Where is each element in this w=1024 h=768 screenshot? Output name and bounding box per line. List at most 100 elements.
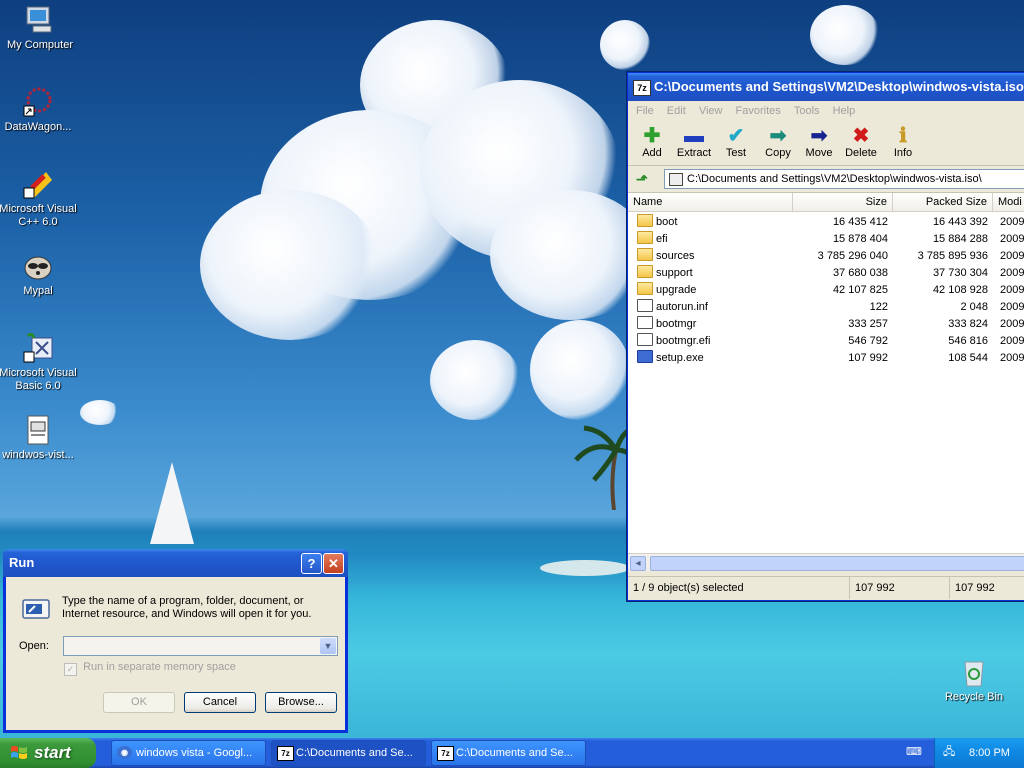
list-item[interactable]: bootmgr 333 257 333 824 2009- (628, 316, 1024, 333)
info-label: Info (893, 147, 913, 159)
7zip-title-bar[interactable]: 7z C:\Documents and Settings\VM2\Desktop… (628, 73, 1024, 101)
scrollbar-thumb[interactable] (650, 556, 1024, 571)
menu-favorites[interactable]: Favorites (736, 105, 781, 117)
copy-label: Copy (765, 147, 791, 159)
copy-arrow-icon: ➡ (769, 125, 787, 147)
wallpaper-cloud (600, 20, 650, 70)
item-name: bootmgr.efi (656, 335, 711, 347)
column-header-name[interactable]: Name (628, 193, 793, 211)
system-tray: 🖧 8:00 PM (934, 738, 1024, 768)
item-modified: 2009- (1000, 267, 1024, 279)
visual-basic-icon (22, 332, 54, 364)
item-name: sources (656, 250, 695, 262)
add-button[interactable]: ✚ Add (631, 125, 673, 159)
folder-icon (637, 282, 653, 295)
keyboard-icon[interactable]: ⌨ (906, 746, 922, 758)
info-button[interactable]: ℹ Info (882, 125, 924, 159)
file-icon (637, 333, 653, 346)
desktop-icon-label: Mypal (23, 285, 53, 297)
list-item[interactable]: setup.exe 107 992 108 544 2009- (628, 350, 1024, 367)
item-packed-size: 546 816 (948, 335, 988, 347)
open-combobox[interactable]: ▼ (63, 636, 338, 656)
cancel-button[interactable]: Cancel (184, 692, 256, 713)
menu-view[interactable]: View (699, 105, 723, 117)
taskbar-button-browser[interactable]: ◉ windows vista - Googl... (111, 740, 266, 766)
item-size: 3 785 296 040 (817, 250, 888, 262)
up-folder-icon[interactable]: ⬏ (636, 171, 652, 187)
wallpaper-cloud (810, 5, 880, 65)
file-icon (22, 414, 54, 446)
desktop-icon-visual-cpp[interactable]: Microsoft Visual C++ 6.0 (0, 168, 78, 229)
recycle-bin-icon (958, 656, 990, 688)
address-bar[interactable]: C:\Documents and Settings\VM2\Desktop\wi… (664, 169, 1024, 189)
raccoon-icon (22, 250, 54, 282)
desktop-icon-recycle-bin[interactable]: Recycle Bin (934, 656, 1014, 704)
separate-memory-checkbox[interactable]: ✓ Run in separate memory space (64, 661, 236, 676)
list-item[interactable]: support 37 680 038 37 730 304 2009- (628, 265, 1024, 282)
desktop-icon-my-computer[interactable]: My Computer (0, 4, 80, 52)
7zip-icon: 7z (277, 746, 294, 761)
desktop-icon-datawagon[interactable]: DataWagon... (0, 86, 78, 134)
run-title-bar[interactable]: Run ? ✕ (3, 549, 348, 577)
browse-button[interactable]: Browse... (265, 692, 337, 713)
delete-x-icon: ✖ (852, 125, 870, 147)
file-list[interactable]: boot 16 435 412 16 443 392 2009- efi 15 878 … (628, 212, 1024, 557)
inf-file-icon (637, 299, 653, 312)
iso-file-icon (669, 173, 683, 186)
scroll-left-icon[interactable]: ◂ (630, 556, 646, 571)
start-button[interactable]: start (0, 738, 96, 768)
window-title: C:\Documents and Settings\VM2\Desktop\wi… (654, 79, 1024, 94)
item-modified: 2009- (1000, 318, 1024, 330)
7zip-window[interactable]: 7z C:\Documents and Settings\VM2\Desktop… (627, 72, 1024, 601)
item-packed-size: 2 048 (960, 301, 988, 313)
desktop-icon-mypal[interactable]: Mypal (0, 250, 78, 298)
list-item[interactable]: autorun.inf 122 2 048 2009- (628, 299, 1024, 316)
list-item[interactable]: bootmgr.efi 546 792 546 816 2009- (628, 333, 1024, 350)
taskbar-button-7zip-1[interactable]: 7z C:\Documents and Se... (271, 740, 426, 766)
desktop-icon-visual-basic[interactable]: Microsoft Visual Basic 6.0 (0, 332, 78, 393)
delete-button[interactable]: ✖ Delete (840, 125, 882, 159)
move-button[interactable]: ➡ Move (798, 125, 840, 159)
horizontal-scrollbar[interactable]: ◂ (628, 553, 1024, 571)
menu-file[interactable]: File (636, 105, 654, 117)
menu-tools[interactable]: Tools (794, 105, 820, 117)
list-item[interactable]: upgrade 42 107 825 42 108 928 2009- (628, 282, 1024, 299)
file-icon (637, 316, 653, 329)
desktop-icon-iso-file[interactable]: windwos-vist... (0, 414, 78, 462)
item-packed-size: 3 785 895 936 (917, 250, 988, 262)
sailboat (150, 462, 194, 544)
list-item[interactable]: sources 3 785 296 040 3 785 895 936 2009- (628, 248, 1024, 265)
close-button[interactable]: ✕ (323, 553, 344, 574)
item-packed-size: 16 443 392 (932, 216, 988, 228)
desktop-icon-label: Microsoft Visual Basic 6.0 (0, 367, 77, 392)
column-header-packed-size[interactable]: Packed Size (893, 193, 993, 211)
taskbar-button-7zip-2[interactable]: 7z C:\Documents and Se... (431, 740, 586, 766)
browser-icon: ◉ (117, 746, 132, 759)
menu-edit[interactable]: Edit (667, 105, 686, 117)
list-item[interactable]: efi 15 878 404 15 884 288 2009- (628, 231, 1024, 248)
help-button[interactable]: ? (301, 553, 322, 574)
extract-button[interactable]: ▬ Extract (673, 125, 715, 159)
column-header-size[interactable]: Size (793, 193, 893, 211)
wallpaper-cloud (530, 320, 630, 420)
copy-button[interactable]: ➡ Copy (757, 125, 799, 159)
item-size: 333 257 (848, 318, 888, 330)
network-icon[interactable]: 🖧 (943, 746, 957, 759)
list-item[interactable]: boot 16 435 412 16 443 392 2009- (628, 214, 1024, 231)
chevron-down-icon[interactable]: ▼ (320, 638, 336, 654)
windows-flag-icon (11, 746, 27, 759)
folder-icon (637, 214, 653, 227)
item-packed-size: 108 544 (948, 352, 988, 364)
start-label: start (34, 743, 71, 762)
folder-icon (637, 231, 653, 244)
item-packed-size: 37 730 304 (932, 267, 988, 279)
test-button[interactable]: ✔ Test (715, 125, 757, 159)
clock[interactable]: 8:00 PM (969, 738, 1010, 768)
7zip-app-icon: 7z (633, 80, 651, 96)
ok-button[interactable]: OK (103, 692, 175, 713)
item-packed-size: 42 108 928 (932, 284, 988, 296)
menu-help[interactable]: Help (833, 105, 856, 117)
run-dialog[interactable]: Run ? ✕ Type the name of a program, fold… (3, 549, 348, 733)
column-header-modified[interactable]: Modi (993, 193, 1024, 211)
wallpaper-cloud (80, 400, 120, 425)
